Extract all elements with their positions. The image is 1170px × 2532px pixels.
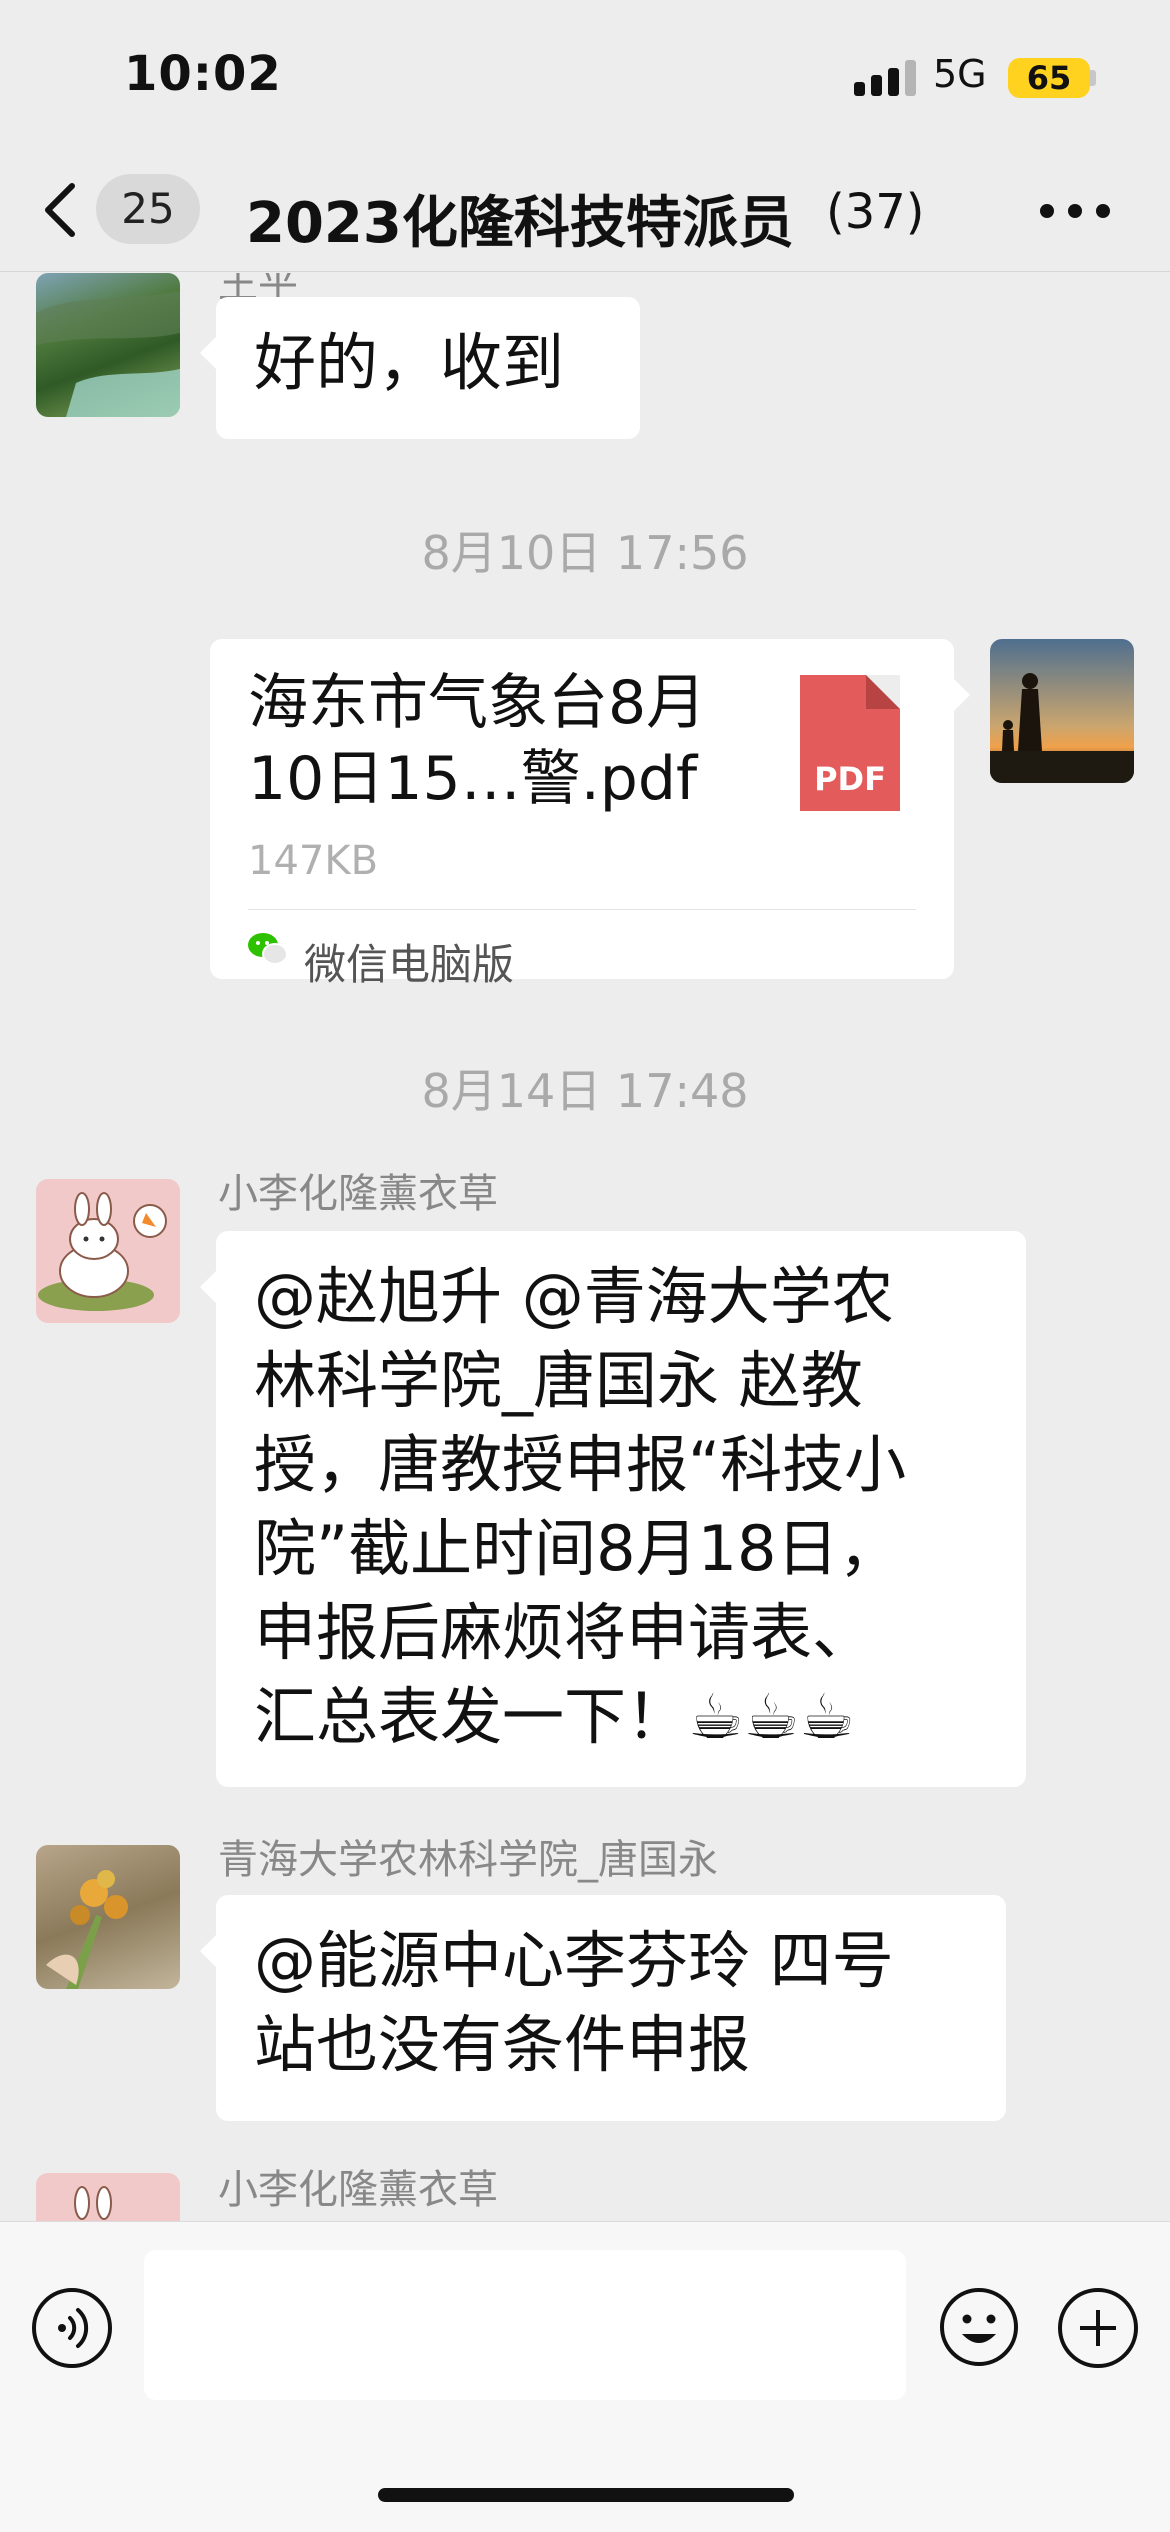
message-line: @能源中心李芬玲 四号 <box>254 1924 894 1997</box>
more-icon[interactable] <box>1040 204 1110 218</box>
message-line: @赵旭升 @青海大学农 <box>254 1260 894 1333</box>
back-chevron-icon <box>45 183 75 237</box>
chat-title[interactable]: 2023化隆科技特派员 <box>246 178 794 259</box>
bunny-avatar-image <box>38 1192 167 1311</box>
file-name: 海东市气象台8月10日15…警.pdf <box>248 668 707 814</box>
emoji-icon[interactable] <box>938 2286 1020 2368</box>
voice-waves <box>58 2308 89 2348</box>
signal-icon <box>854 60 916 96</box>
message-list[interactable]: 王平 好的，收到 8月10日 17:56 海东市气象台8月10日15…警.pdf… <box>0 273 1170 2221</box>
divider <box>248 909 916 910</box>
file-size: 147KB <box>248 838 379 884</box>
battery-tip <box>1090 70 1096 86</box>
wechat-icon <box>248 933 288 965</box>
message-bubble[interactable]: 好的，收到 <box>200 297 640 439</box>
input-bar <box>0 2221 1170 2532</box>
timestamp: 8月14日 17:48 <box>421 1064 749 1118</box>
network-type: 5G <box>933 52 987 96</box>
avatar[interactable] <box>36 2173 180 2221</box>
message-bubble[interactable]: @能源中心李芬玲 四号 站也没有条件申报 <box>200 1895 1006 2121</box>
plus-icon[interactable] <box>1058 2288 1138 2368</box>
timestamp: 8月10日 17:56 <box>421 526 749 580</box>
flowers-image <box>46 1870 128 1989</box>
sender-name: 青海大学农林科学院_唐国永 <box>218 1837 718 1883</box>
sender-name: 小李化隆薰衣草 <box>218 1171 498 1217</box>
bunny-avatar-image <box>74 2186 112 2220</box>
avatar[interactable] <box>990 639 1134 783</box>
message-input[interactable] <box>144 2250 906 2400</box>
back-button[interactable]: 25 <box>42 174 202 244</box>
message-line: 林科学院_唐国永 赵教 <box>254 1344 863 1417</box>
file-message[interactable]: 海东市气象台8月10日15…警.pdf 147KB PDF 微信电脑版 <box>210 639 970 989</box>
message-line: 汇总表发一下！☕☕☕ <box>254 1680 855 1753</box>
member-count: (37) <box>826 184 925 240</box>
message-line: 授，唐教授申报“科技小 <box>254 1428 907 1501</box>
avatar[interactable] <box>36 1179 180 1323</box>
status-bar: 10:02 5G 65 <box>0 0 1170 150</box>
message-bubble[interactable]: @赵旭升 @青海大学农 林科学院_唐国永 赵教 授，唐教授申报“科技小 院”截止… <box>200 1231 1026 1787</box>
sender-name: 小李化隆薰衣草 <box>218 2167 498 2213</box>
chat-header: 25 2023化隆科技特派员 (37) <box>0 150 1170 272</box>
landscape-image <box>36 291 180 417</box>
status-time: 10:02 <box>124 46 282 102</box>
message-line: 院”截止时间8月18日， <box>254 1512 901 1585</box>
message-line: 站也没有条件申报 <box>254 2008 751 2081</box>
file-source: 微信电脑版 <box>304 940 515 989</box>
voice-icon[interactable] <box>32 2288 112 2368</box>
pdf-label: PDF <box>814 760 886 798</box>
battery-icon: 65 <box>1008 58 1090 98</box>
pdf-icon: PDF <box>800 675 900 811</box>
unread-badge: 25 <box>96 174 200 244</box>
sunset-silhouette-image <box>990 673 1134 783</box>
avatar[interactable] <box>36 1845 180 1989</box>
avatar[interactable] <box>36 273 180 417</box>
home-indicator <box>378 2488 794 2502</box>
message-text: 好的，收到 <box>254 326 565 399</box>
message-line: 申报后麻烦将申请表、 <box>254 1596 875 1669</box>
